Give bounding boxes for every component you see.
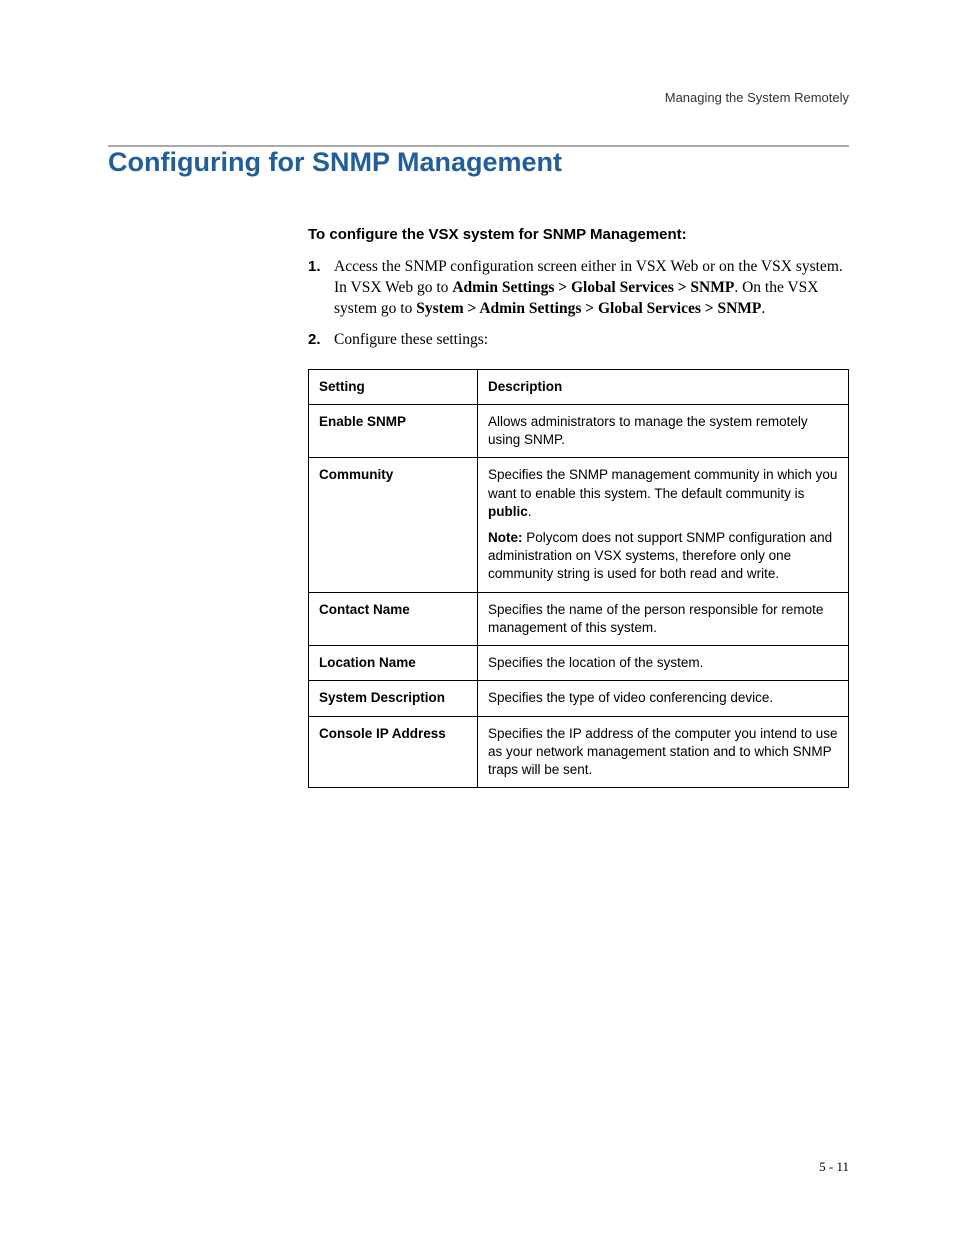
desc-span: Specifies the SNMP management community …: [488, 467, 837, 500]
page: Managing the System Remotely Configuring…: [0, 0, 954, 1235]
desc-text: Specifies the IP address of the computer…: [488, 725, 838, 780]
settings-table: Setting Description Enable SNMP Allows a…: [308, 369, 849, 789]
step-number: 2.: [308, 330, 334, 351]
table-row: Enable SNMP Allows administrators to man…: [309, 404, 849, 457]
step-item: 1. Access the SNMP configuration screen …: [308, 257, 849, 320]
desc-text: Specifies the location of the system.: [488, 654, 838, 672]
table-row: System Description Specifies the type of…: [309, 681, 849, 716]
table-row: Location Name Specifies the location of …: [309, 646, 849, 681]
table-header-row: Setting Description: [309, 369, 849, 404]
desc-span: .: [528, 504, 532, 519]
step-bold: Admin Settings > Global Services > SNMP: [452, 279, 734, 296]
running-head: Managing the System Remotely: [108, 90, 849, 111]
body-content: To configure the VSX system for SNMP Man…: [308, 226, 849, 788]
setting-description: Specifies the IP address of the computer…: [478, 716, 849, 788]
col-header-setting: Setting: [309, 369, 478, 404]
desc-text: Specifies the name of the person respons…: [488, 601, 838, 637]
table-row: Console IP Address Specifies the IP addr…: [309, 716, 849, 788]
desc-text: Allows administrators to manage the syst…: [488, 413, 838, 449]
step-body: Access the SNMP configuration screen eit…: [334, 257, 849, 320]
setting-name: Enable SNMP: [309, 404, 478, 457]
step-text: Configure these settings:: [334, 331, 488, 348]
desc-text: Specifies the type of video conferencing…: [488, 689, 838, 707]
setting-description: Specifies the location of the system.: [478, 646, 849, 681]
col-header-description: Description: [478, 369, 849, 404]
step-text: .: [761, 300, 765, 317]
setting-name: Community: [309, 458, 478, 592]
setting-name: Contact Name: [309, 592, 478, 645]
step-bold: System > Admin Settings > Global Service…: [416, 300, 761, 317]
setting-name: System Description: [309, 681, 478, 716]
desc-text: Specifies the SNMP management community …: [488, 466, 838, 521]
setting-description: Specifies the name of the person respons…: [478, 592, 849, 645]
setting-description: Specifies the type of video conferencing…: [478, 681, 849, 716]
note-label: Note:: [488, 530, 523, 545]
setting-description: Specifies the SNMP management community …: [478, 458, 849, 592]
desc-bold: public: [488, 504, 528, 519]
procedure-title: To configure the VSX system for SNMP Man…: [308, 226, 849, 243]
step-body: Configure these settings:: [334, 330, 849, 351]
table-row: Community Specifies the SNMP management …: [309, 458, 849, 592]
setting-description: Allows administrators to manage the syst…: [478, 404, 849, 457]
step-number: 1.: [308, 257, 334, 320]
desc-note: Note: Polycom does not support SNMP conf…: [488, 529, 838, 584]
table-row: Contact Name Specifies the name of the p…: [309, 592, 849, 645]
step-item: 2. Configure these settings:: [308, 330, 849, 351]
note-text: Polycom does not support SNMP configurat…: [488, 530, 832, 581]
page-number: 5 - 11: [819, 1159, 849, 1175]
steps-list: 1. Access the SNMP configuration screen …: [308, 257, 849, 351]
setting-name: Location Name: [309, 646, 478, 681]
setting-name: Console IP Address: [309, 716, 478, 788]
section-title: Configuring for SNMP Management: [108, 147, 849, 178]
